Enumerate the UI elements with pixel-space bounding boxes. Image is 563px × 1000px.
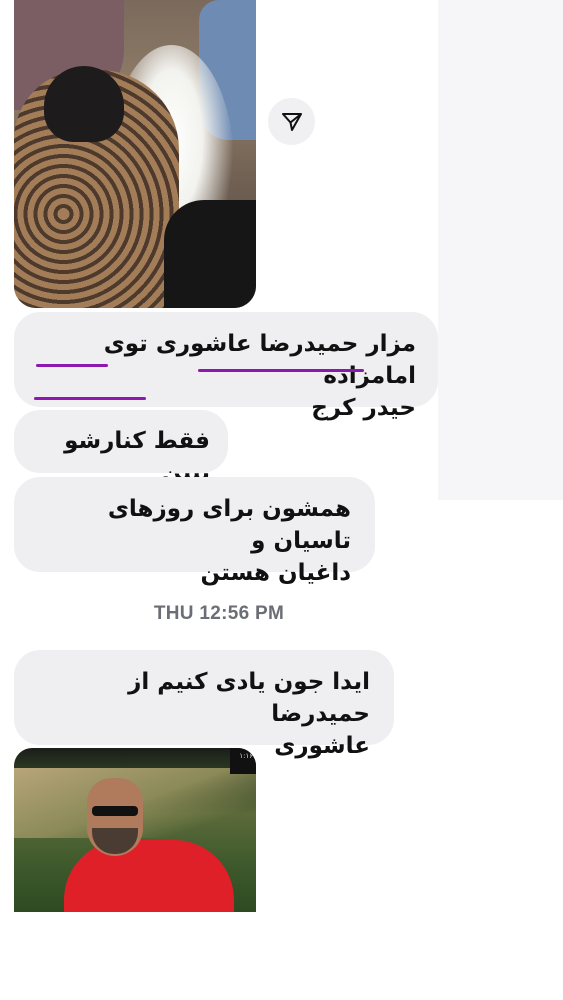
shared-photo-top[interactable] xyxy=(14,0,256,308)
photo-scarf xyxy=(44,66,124,142)
underline-mark xyxy=(36,364,108,367)
chat-thread: مزار حمیدرضا عاشوری توی امامزاده حیدر کر… xyxy=(0,0,563,1000)
message-text: داغیان هستن xyxy=(200,560,352,586)
video-duration-badge: ۱:۱۶ xyxy=(230,748,256,774)
message-timestamp: THU 12:56 PM xyxy=(153,603,285,624)
paper-plane-icon xyxy=(281,112,302,131)
message-text: ایدا جون یادی کنیم از حمیدرضا xyxy=(128,669,370,727)
message-bubble[interactable]: فقط کنارشو ببین xyxy=(14,410,228,486)
photo-person xyxy=(64,840,234,912)
photo-sunglasses xyxy=(92,806,138,816)
message-bubble[interactable]: مزار حمیدرضا عاشوری توی امامزاده حیدر کر… xyxy=(14,312,438,421)
message-bubble[interactable]: ایدا جون یادی کنیم از حمیدرضا عاشوری xyxy=(14,650,394,759)
message-text: مزار حمیدرضا عاشوری توی امامزاده xyxy=(103,331,416,389)
underline-mark xyxy=(198,369,364,372)
message-bubble[interactable]: همشون برای روزهای تاسیان و داغیان هستن xyxy=(14,477,375,586)
shared-video-thumbnail[interactable]: ۱:۱۶ xyxy=(14,748,256,912)
photo-person xyxy=(164,200,256,308)
share-button[interactable] xyxy=(268,98,315,145)
video-duration-text: ۱:۱۶ xyxy=(239,752,253,760)
background-panel xyxy=(438,0,563,500)
underline-mark xyxy=(34,397,146,400)
message-text: همشون برای روزهای تاسیان و xyxy=(107,496,351,554)
